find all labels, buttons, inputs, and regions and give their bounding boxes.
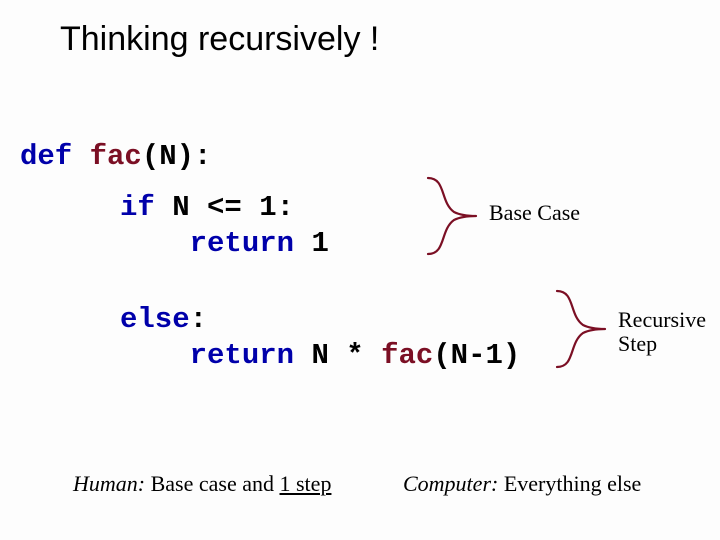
def-params: (N): — [142, 140, 212, 173]
human-prefix: Human: — [73, 471, 145, 496]
kw-else: else — [120, 303, 190, 336]
slide: Thinking recursively ! def fac(N): if N … — [0, 0, 720, 540]
fn-fac: fac — [90, 140, 142, 173]
kw-return-2: return — [190, 339, 294, 372]
brace-base-icon — [424, 172, 480, 260]
ret-expr-pre: N * — [294, 339, 381, 372]
ret-expr-post: (N-1) — [433, 339, 520, 372]
slide-title: Thinking recursively ! — [60, 20, 379, 59]
human-step: 1 step — [280, 471, 332, 496]
anno-rec-l2: Step — [618, 331, 657, 356]
anno-rec-l1: Recursive — [618, 307, 706, 332]
annotation-base-case: Base Case — [489, 200, 580, 226]
else-colon: : — [190, 303, 207, 336]
computer-rest: Everything else — [498, 471, 641, 496]
fn-fac-2: fac — [381, 339, 433, 372]
annotation-recursive-step: Recursive Step — [618, 308, 706, 356]
bottom-human: Human: Base case and 1 step — [73, 471, 331, 497]
kw-return-1: return — [190, 227, 294, 260]
kw-def: def — [20, 140, 72, 173]
kw-if: if — [120, 191, 155, 224]
bottom-computer: Computer: Everything else — [403, 471, 641, 497]
return-1-val: 1 — [294, 227, 329, 260]
human-mid: Base case and — [145, 471, 279, 496]
computer-prefix: Computer: — [403, 471, 498, 496]
brace-recursive-icon — [553, 285, 609, 373]
code-def-line: def fac(N): — [20, 140, 211, 173]
code-recursive-step: else: return N * fac(N-1) — [120, 302, 520, 374]
if-cond: N <= 1: — [155, 191, 294, 224]
code-base-case: if N <= 1: return 1 — [120, 190, 329, 262]
